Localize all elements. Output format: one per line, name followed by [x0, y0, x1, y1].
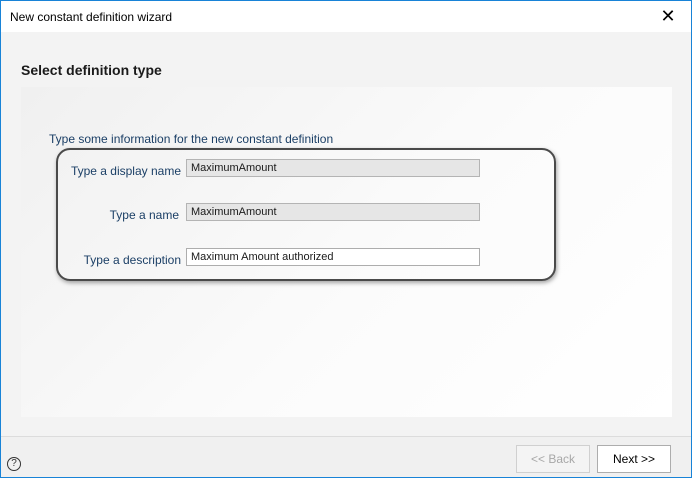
help-icon[interactable]: ?: [7, 457, 21, 471]
display-name-label: Type a display name: [70, 164, 181, 178]
wizard-content: Select definition type Type some informa…: [1, 32, 691, 436]
page-title: Select definition type: [21, 62, 162, 78]
title-bar: New constant definition wizard ✕: [1, 1, 691, 32]
close-icon[interactable]: ✕: [645, 1, 691, 32]
window-title: New constant definition wizard: [10, 10, 173, 24]
wizard-window: New constant definition wizard ✕ Select …: [0, 0, 692, 478]
wizard-footer: ? << Back Next >>: [1, 436, 691, 477]
name-label: Type a name: [109, 208, 179, 222]
name-field[interactable]: [186, 203, 480, 221]
form-panel: Type some information for the new consta…: [21, 87, 672, 417]
description-field[interactable]: [186, 248, 480, 266]
display-name-field[interactable]: [186, 159, 480, 177]
instruction-text: Type some information for the new consta…: [49, 132, 334, 146]
description-label: Type a description: [83, 253, 181, 267]
back-button[interactable]: << Back: [516, 445, 590, 473]
next-button[interactable]: Next >>: [597, 445, 671, 473]
